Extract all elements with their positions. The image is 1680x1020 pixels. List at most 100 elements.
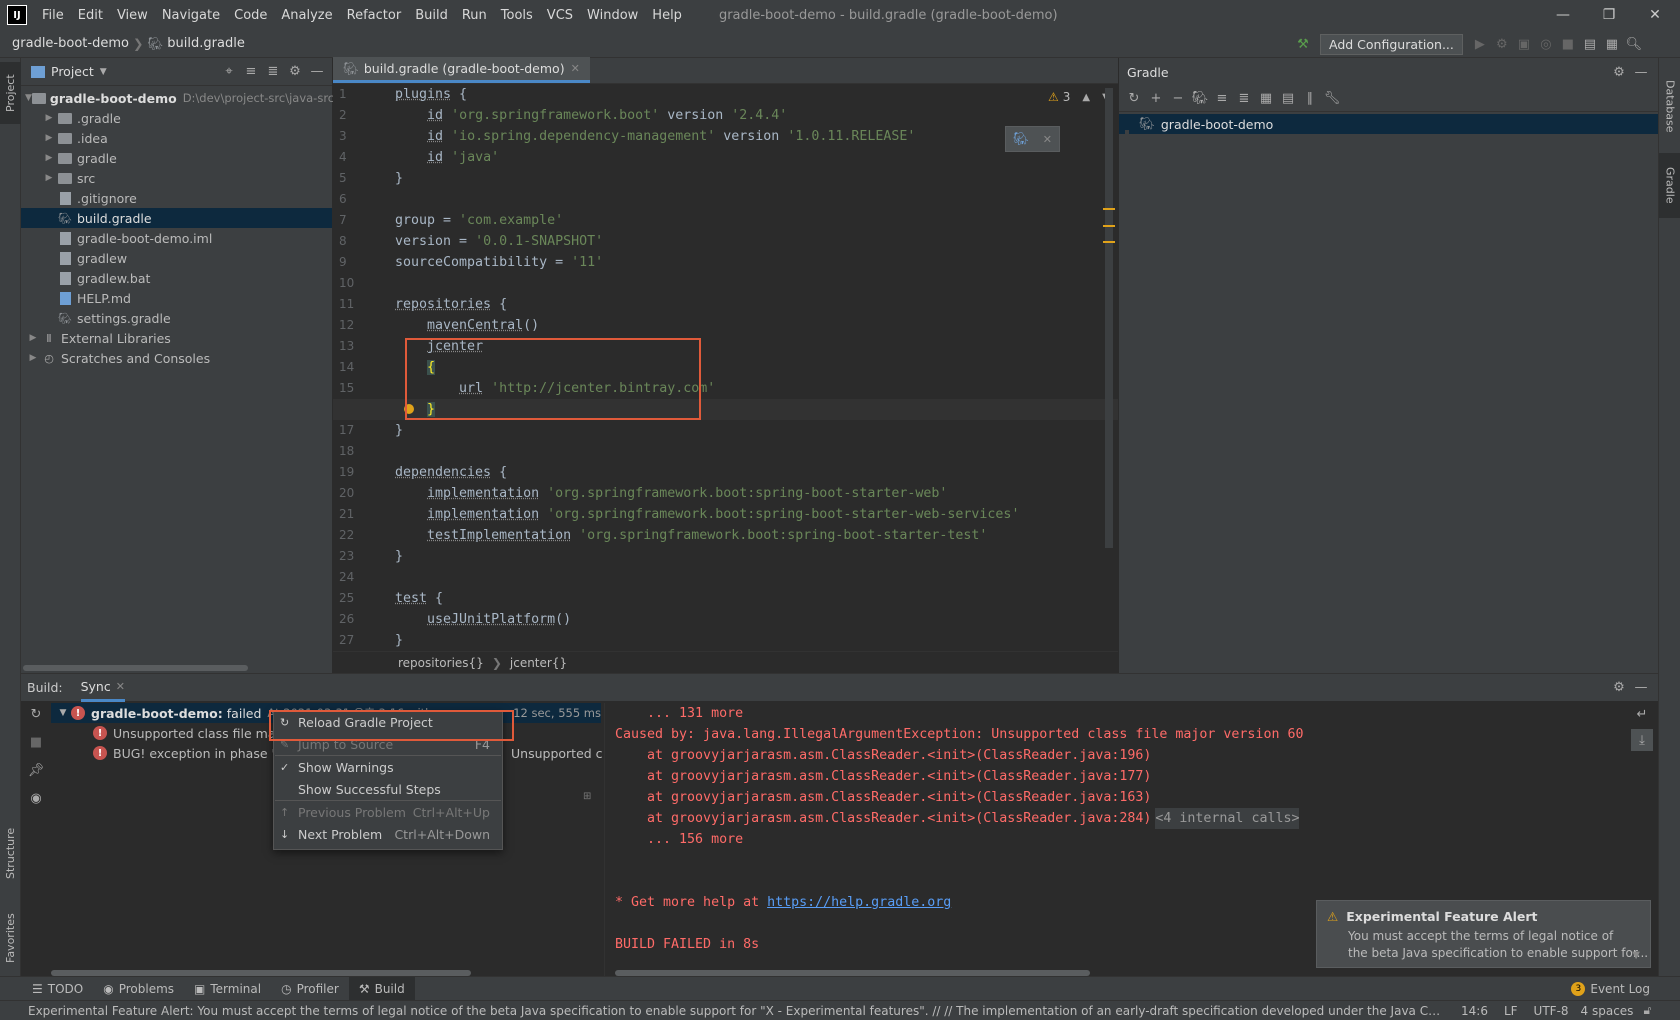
breadcrumb-project[interactable]: gradle-boot-demo (0, 36, 129, 51)
wrench-icon[interactable]: 🔧︎ (1321, 88, 1343, 110)
tree-item-iml[interactable]: gradle-boot-demo.iml (21, 228, 332, 248)
hide-icon[interactable]: — (1630, 61, 1652, 83)
menu-run[interactable]: Run (455, 8, 494, 23)
chevron-down-icon[interactable]: ▼ (100, 67, 107, 77)
menu-item-next-problem[interactable]: ↓ Next Problem Ctrl+Alt+Down (274, 823, 502, 845)
file-encoding[interactable]: UTF-8 (1534, 1004, 1569, 1018)
tree-root[interactable]: ▼ gradle-boot-demo D:\dev\project-src\ja… (21, 88, 334, 108)
restore-icon[interactable]: ❐ (1586, 0, 1632, 30)
tree-item-gradlew-bat[interactable]: gradlew.bat (21, 268, 332, 288)
sync-icon[interactable]: ↻ (25, 703, 47, 725)
collapsed-arrow-icon[interactable]: ▶ (25, 333, 41, 343)
chevron-down-icon[interactable]: ▼ (1632, 950, 1640, 961)
gear-icon[interactable]: ⚙ (284, 61, 306, 83)
gradle-scrollbar[interactable] (1125, 130, 1129, 530)
internal-calls-fold[interactable]: <4 internal calls> (1155, 808, 1300, 829)
collapsed-arrow-icon[interactable]: ▶ (41, 133, 57, 143)
menu-code[interactable]: Code (227, 8, 274, 23)
horizontal-scrollbar[interactable] (23, 665, 248, 671)
close-tab-icon[interactable]: ✕ (571, 62, 580, 75)
locate-icon[interactable]: ⌖ (218, 61, 240, 83)
build-tool-button[interactable]: ⚒ Build (348, 976, 415, 1001)
structure-tool-tab[interactable]: Structure (0, 813, 21, 893)
pin-icon[interactable]: 📌︎ (25, 759, 47, 781)
offline-mode-icon[interactable]: ∥ (1299, 88, 1321, 110)
tree-item-external-libraries[interactable]: ▶ Ⅱ External Libraries (21, 328, 332, 348)
add-icon[interactable]: + (1145, 88, 1167, 110)
project-panel-title[interactable]: Project (51, 64, 94, 79)
terminal-tool-button[interactable]: ▣ Terminal (184, 982, 271, 996)
hide-icon[interactable]: — (306, 61, 328, 83)
gradle-project-item[interactable]: 🐘︎ gradle-boot-demo (1119, 114, 1658, 134)
gear-icon[interactable]: ⚙ (1608, 677, 1630, 699)
profile-icon[interactable]: ◎ (1535, 33, 1557, 55)
menu-analyze[interactable]: Analyze (274, 8, 339, 23)
tree-item-gradlew[interactable]: gradlew (21, 248, 332, 268)
expand-arrow-icon[interactable]: ▼ (55, 708, 71, 718)
run-icon[interactable]: ▶ (1469, 33, 1491, 55)
caret-position[interactable]: 14:6 (1461, 1004, 1488, 1018)
tree-item-src[interactable]: ▶ src (21, 168, 332, 188)
warning-stripe[interactable] (1103, 208, 1115, 210)
collapse-all-icon[interactable]: ≣ (1233, 88, 1255, 110)
problems-tool-button[interactable]: ◉ Problems (93, 982, 184, 996)
menu-navigate[interactable]: Navigate (155, 8, 227, 23)
database-tool-tab[interactable]: Database (1659, 66, 1680, 146)
add-configuration-button[interactable]: Add Configuration... (1320, 33, 1463, 55)
project-structure-icon[interactable]: ▤ (1579, 33, 1601, 55)
close-tab-icon[interactable]: ✕ (116, 680, 125, 693)
gradle-tool-tab[interactable]: Gradle (1659, 153, 1680, 218)
lock-icon[interactable]: 🔓︎ (1643, 1003, 1651, 1018)
line-separator[interactable]: LF (1504, 1004, 1518, 1018)
close-window-icon[interactable]: ✕ (1632, 0, 1678, 30)
experimental-feature-alert[interactable]: ⚠ Experimental Feature Alert You must ac… (1316, 900, 1651, 968)
search-icon[interactable]: 🔍︎ (1623, 33, 1645, 55)
menu-vcs[interactable]: VCS (540, 8, 580, 23)
breadcrumb-jcenter[interactable]: jcenter{} (510, 656, 567, 670)
expand-all-icon[interactable]: ≡ (240, 61, 262, 83)
profiler-tool-button[interactable]: ◷ Profiler (271, 982, 349, 996)
collapse-all-icon[interactable]: ≣ (262, 61, 284, 83)
vertical-scrollbar[interactable] (1105, 88, 1113, 548)
warning-count[interactable]: 3 (1063, 90, 1071, 104)
project-tool-tab[interactable]: Project (0, 62, 21, 124)
breadcrumb-repositories[interactable]: repositories{} (398, 656, 484, 670)
debug-icon[interactable]: ⚙ (1491, 33, 1513, 55)
event-log-button[interactable]: 3 Event Log (1561, 981, 1680, 996)
fold-expand-icon[interactable]: ⊞ (583, 791, 591, 802)
expand-all-icon[interactable]: ≡ (1211, 88, 1233, 110)
chevron-up-icon[interactable]: ▲ (1082, 92, 1090, 103)
coverage-icon[interactable]: ▣ (1513, 33, 1535, 55)
build-sync-tab[interactable]: Sync ✕ (80, 674, 125, 702)
expand-arrow-icon[interactable]: ▼ (25, 93, 32, 103)
tree-item-idea[interactable]: ▶ .idea (21, 128, 332, 148)
menu-help[interactable]: Help (645, 8, 689, 23)
menu-view[interactable]: View (110, 8, 155, 23)
menu-tools[interactable]: Tools (494, 8, 540, 23)
tree-item-gradle-dir[interactable]: ▶ .gradle (21, 108, 332, 128)
tree-item-build-gradle[interactable]: 🐘︎ build.gradle (21, 208, 332, 228)
collapsed-arrow-icon[interactable]: ▶ (41, 113, 57, 123)
gear-icon[interactable]: ⚙ (1608, 61, 1630, 83)
menu-file[interactable]: File (35, 8, 71, 23)
menu-edit[interactable]: Edit (71, 8, 110, 23)
tree-item-settings-gradle[interactable]: 🐘︎ settings.gradle (21, 308, 332, 328)
stop-icon[interactable]: ■ (1557, 33, 1579, 55)
tree-item-gitignore[interactable]: .gitignore (21, 188, 332, 208)
soft-wrap-icon[interactable]: ↵ (1631, 703, 1653, 725)
close-popup-icon[interactable]: ✕ (1043, 133, 1052, 146)
warning-icon[interactable]: ⚠ (1048, 90, 1059, 104)
collapsed-arrow-icon[interactable]: ▶ (41, 153, 57, 163)
todo-tool-button[interactable]: ☰ TODO (0, 982, 93, 996)
hide-icon[interactable]: — (1630, 677, 1652, 699)
editor-tab-build-gradle[interactable]: 🐘︎ build.gradle (gradle-boot-demo) ✕ (333, 57, 590, 83)
scroll-to-end-icon[interactable]: ⤓ (1631, 729, 1653, 751)
execute-task-icon[interactable]: 🐘︎ (1189, 88, 1211, 110)
breadcrumb-file[interactable]: build.gradle (167, 36, 245, 51)
tree-item-gradle[interactable]: ▶ gradle (21, 148, 332, 168)
favorites-tool-tab[interactable]: Favorites (0, 898, 21, 978)
menu-refactor[interactable]: Refactor (340, 8, 409, 23)
menu-window[interactable]: Window (580, 8, 645, 23)
menu-build[interactable]: Build (408, 8, 455, 23)
menu-item-show-warnings[interactable]: ✓ Show Warnings (274, 756, 502, 778)
